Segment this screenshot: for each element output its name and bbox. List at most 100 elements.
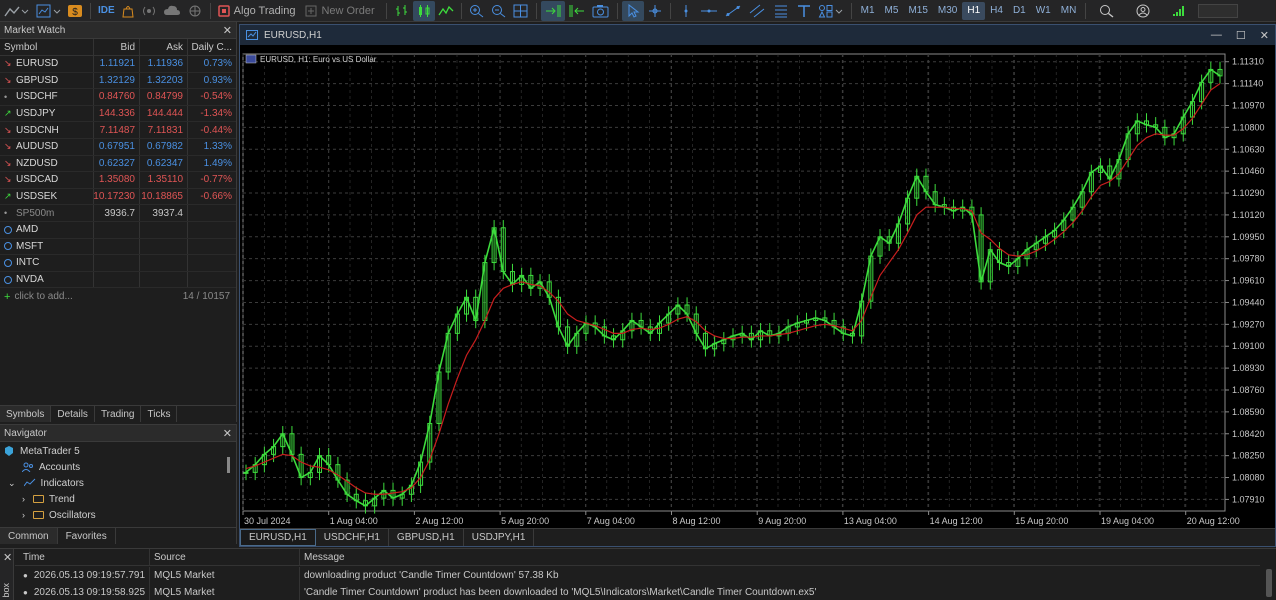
broadcast-icon[interactable]	[184, 1, 206, 21]
timeframe-m30[interactable]: M30	[933, 2, 962, 20]
nav-item-trend[interactable]: › Trend	[0, 491, 236, 507]
crosshair-icon[interactable]	[644, 1, 666, 21]
screenshot-icon[interactable]	[589, 1, 613, 21]
symbol-row[interactable]: ↘ EURUSD 1.11921 1.11936 0.73%	[0, 56, 236, 73]
time-column-header[interactable]: Time	[15, 549, 150, 565]
log-row[interactable]: ● 2026.05.13 09:19:58.925 MQL5 Market 'Ca…	[15, 584, 1260, 600]
close-icon[interactable]: ✕	[223, 24, 232, 37]
change-column-header[interactable]: Daily C...	[188, 39, 236, 55]
chart-type-icon[interactable]	[0, 1, 32, 21]
stock-icon	[4, 242, 12, 251]
symbol-row[interactable]: ↘ USDCNH 7.11487 7.11831 -0.44%	[0, 122, 236, 139]
log-time: 2026.05.13 09:19:58.925	[33, 587, 146, 598]
chart-shift-icon[interactable]	[565, 1, 589, 21]
nav-item-metatrader[interactable]: MetaTrader 5	[0, 443, 236, 459]
horizontal-line-icon[interactable]	[697, 1, 721, 21]
market-icon[interactable]	[118, 1, 138, 21]
symbol-row[interactable]: ↘ AUDUSD 0.67951 0.67982 1.33%	[0, 138, 236, 156]
zoom-in-icon[interactable]	[466, 1, 488, 21]
chart-tab-usdchf-h1[interactable]: USDCHF,H1	[316, 529, 389, 546]
symbol-row[interactable]: ↘ NZDUSD 0.62327 0.62347 1.49%	[0, 155, 236, 173]
symbol-row[interactable]: • SP500m 3936.7 3937.4	[0, 205, 236, 222]
chevron-right-icon[interactable]: ›	[22, 510, 25, 520]
timeframe-w1[interactable]: W1	[1031, 2, 1056, 20]
ide-button[interactable]: IDE	[95, 1, 118, 21]
symbol-row[interactable]: INTC	[0, 255, 236, 272]
log-row[interactable]: ● 2026.05.13 09:19:57.791 MQL5 Market dow…	[15, 567, 1260, 584]
maximize-icon[interactable]: ☐	[1236, 29, 1246, 42]
toolbar-search-field[interactable]	[1198, 3, 1239, 18]
add-symbol-row[interactable]: + click to add... 14 / 10157	[0, 288, 236, 305]
deposit-icon[interactable]: $	[64, 1, 86, 21]
chevron-down-icon[interactable]: ⌄	[8, 478, 16, 489]
channel-icon[interactable]	[745, 1, 769, 21]
symbol-column-header[interactable]: Symbol	[0, 39, 94, 55]
symbol-row[interactable]: MSFT	[0, 238, 236, 256]
text-tool-icon[interactable]	[793, 1, 815, 21]
timeframe-h1[interactable]: H1	[962, 1, 986, 20]
x-tick-label: 30 Jul 2024	[244, 516, 291, 526]
tab-trading[interactable]: Trading	[95, 406, 142, 422]
add-symbol-field[interactable]: + click to add...	[0, 288, 140, 305]
bid-column-header[interactable]: Bid	[94, 39, 140, 55]
trendline-icon[interactable]	[721, 1, 745, 21]
symbol-row[interactable]: NVDA	[0, 271, 236, 289]
symbol-row[interactable]: • USDCHF 0.84760 0.84799 -0.54%	[0, 89, 236, 106]
bar-chart-icon[interactable]	[391, 1, 413, 21]
timeframe-h4[interactable]: H4	[985, 2, 1008, 20]
symbol-row[interactable]: ↘ USDCAD 1.35080 1.35110 -0.77%	[0, 172, 236, 189]
navigator-scrollbar[interactable]	[227, 457, 230, 473]
close-icon[interactable]: ✕	[3, 551, 12, 564]
candlestick-icon[interactable]	[412, 0, 435, 21]
timeframe-m5[interactable]: M5	[880, 2, 904, 20]
chevron-right-icon[interactable]: ›	[22, 494, 25, 504]
new-chart-icon[interactable]	[32, 1, 64, 21]
autoscroll-icon[interactable]	[540, 0, 565, 21]
grid-icon[interactable]	[510, 1, 532, 21]
symbol-row[interactable]: ↗ USDJPY 144.336 144.444 -1.34%	[0, 105, 236, 123]
source-column-header[interactable]: Source	[150, 549, 300, 565]
toolbox-scrollbar[interactable]	[1266, 569, 1272, 597]
tab-favorites[interactable]: Favorites	[58, 528, 116, 544]
fibonacci-icon[interactable]	[769, 1, 793, 21]
message-column-header[interactable]: Message	[300, 549, 1260, 565]
account-icon[interactable]	[1132, 1, 1154, 21]
tab-symbols[interactable]: Symbols	[0, 406, 52, 422]
shapes-icon[interactable]	[815, 1, 847, 21]
timeframe-m1[interactable]: M1	[856, 2, 880, 20]
chart-tab-usdjpy-h1[interactable]: USDJPY,H1	[464, 529, 535, 546]
vertical-line-icon[interactable]	[675, 1, 697, 21]
close-icon[interactable]: ✕	[223, 427, 232, 440]
arrow-up-icon: ↗	[4, 191, 12, 202]
chart-tab-gbpusd-h1[interactable]: GBPUSD,H1	[389, 529, 464, 546]
symbol-row[interactable]: ↗ USDSEK 10.17230 10.18865 -0.66%	[0, 188, 236, 206]
close-icon[interactable]: ✕	[1260, 29, 1269, 42]
search-icon[interactable]	[1096, 1, 1118, 21]
cursor-icon[interactable]	[621, 0, 644, 21]
nav-item-oscillators[interactable]: › Oscillators	[0, 507, 236, 523]
timeframe-m15[interactable]: M15	[903, 2, 932, 20]
chart-tab-eurusd-h1[interactable]: EURUSD,H1	[240, 529, 316, 546]
timeframe-d1[interactable]: D1	[1008, 2, 1031, 20]
symbol-name: GBPUSD	[16, 74, 59, 86]
nav-item-accounts[interactable]: Accounts	[0, 459, 236, 475]
neutral-dot-icon: •	[4, 208, 8, 219]
signals-icon[interactable]	[138, 1, 160, 21]
symbol-row[interactable]: ↘ GBPUSD 1.32129 1.32203 0.93%	[0, 72, 236, 90]
tab-ticks[interactable]: Ticks	[141, 406, 178, 422]
toolbox-label: box	[1, 583, 11, 598]
timeframe-mn[interactable]: MN	[1056, 2, 1082, 20]
tab-details[interactable]: Details	[51, 406, 95, 422]
symbol-row[interactable]: AMD	[0, 221, 236, 239]
algo-trading-button[interactable]: Algo Trading	[215, 1, 303, 21]
nav-item-indicators[interactable]: ⌄ Indicators	[0, 475, 236, 491]
minimize-icon[interactable]: —	[1211, 29, 1222, 42]
ask-column-header[interactable]: Ask	[140, 39, 188, 55]
price-chart[interactable]: 1.11310 1.11140 1.10970 1.10800 1.10630 1.104…	[240, 46, 1275, 528]
new-order-button[interactable]: New Order	[302, 1, 381, 21]
vps-icon[interactable]	[160, 1, 184, 21]
signal-strength-icon[interactable]	[1168, 1, 1190, 21]
tab-common[interactable]: Common	[0, 528, 58, 544]
zoom-out-icon[interactable]	[488, 1, 510, 21]
line-chart-icon[interactable]	[435, 1, 457, 21]
